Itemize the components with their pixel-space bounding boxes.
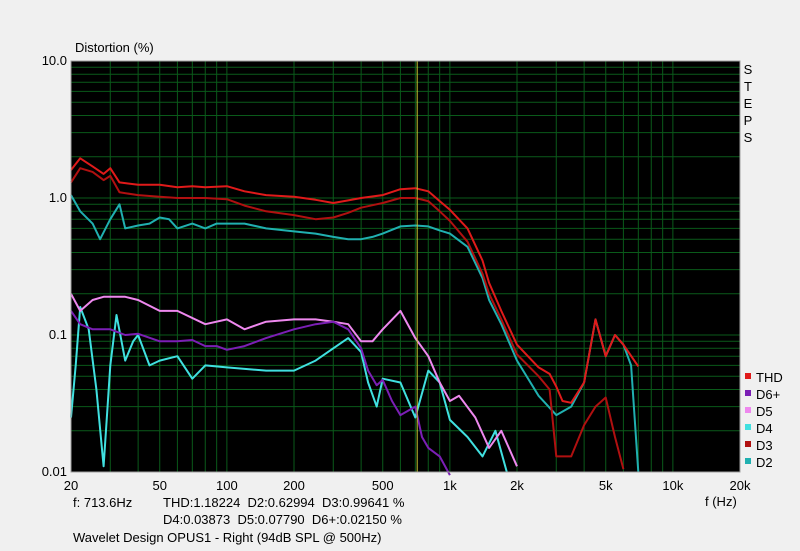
side-label-letter[interactable]: P bbox=[744, 113, 753, 128]
side-label-letter[interactable]: S bbox=[744, 62, 753, 77]
y-tick-label: 1.0 bbox=[49, 190, 67, 205]
y-axis-title: Distortion (%) bbox=[75, 40, 154, 55]
side-label-letter[interactable]: E bbox=[744, 96, 753, 111]
legend-label: D6+ bbox=[756, 387, 780, 402]
legend-swatch bbox=[745, 458, 751, 464]
y-tick-label: 10.0 bbox=[42, 53, 67, 68]
legend-label: D4 bbox=[756, 421, 773, 436]
x-tick-label: 5k bbox=[599, 478, 613, 493]
distortion-chart: Distortion (%) 20 50 100 200 500 1k 2k 5k 10k 20k… bbox=[0, 0, 800, 551]
legend-label: D2 bbox=[756, 455, 773, 470]
legend-swatch bbox=[745, 424, 751, 430]
side-label-letter[interactable]: S bbox=[744, 130, 753, 145]
x-tick-label: 500 bbox=[372, 478, 394, 493]
x-tick-label: 1k bbox=[443, 478, 457, 493]
x-tick-label: 10k bbox=[662, 478, 683, 493]
legend-swatch bbox=[745, 441, 751, 447]
x-tick-label: 20 bbox=[64, 478, 78, 493]
legend-label: THD bbox=[756, 370, 783, 385]
measurement-title: Wavelet Design OPUS1 - Right (94dB SPL @… bbox=[73, 530, 382, 545]
y-tick-label: 0.01 bbox=[42, 464, 67, 479]
legend-swatch bbox=[745, 407, 751, 413]
x-tick-label: 100 bbox=[216, 478, 238, 493]
chart-svg: Distortion (%) 20 50 100 200 500 1k 2k 5k 10k 20k… bbox=[42, 40, 783, 509]
distortion-readout-line-2: D4:0.03873 D5:0.07790 D6+:0.02150 % bbox=[163, 512, 402, 527]
legend-swatch bbox=[745, 390, 751, 396]
distortion-readout-line-1: THD:1.18224 D2:0.62994 D3:0.99641 % bbox=[163, 495, 405, 510]
cursor-frequency-readout: f: 713.6Hz bbox=[73, 495, 133, 510]
legend-swatch bbox=[745, 373, 751, 379]
legend-label: D5 bbox=[756, 404, 773, 419]
y-tick-label: 0.1 bbox=[49, 327, 67, 342]
x-tick-label: 50 bbox=[153, 478, 167, 493]
x-tick-label: 20k bbox=[730, 478, 751, 493]
x-tick-label: 200 bbox=[283, 478, 305, 493]
steps-side-label[interactable]: STEPS bbox=[744, 62, 753, 145]
plot-background bbox=[71, 61, 740, 472]
legend: THD D6+ D5 D4 D3 D2 bbox=[745, 370, 783, 470]
legend-label: D3 bbox=[756, 438, 773, 453]
x-tick-label: 2k bbox=[510, 478, 524, 493]
x-axis-title: f (Hz) bbox=[705, 494, 737, 509]
side-label-letter[interactable]: T bbox=[744, 79, 752, 94]
